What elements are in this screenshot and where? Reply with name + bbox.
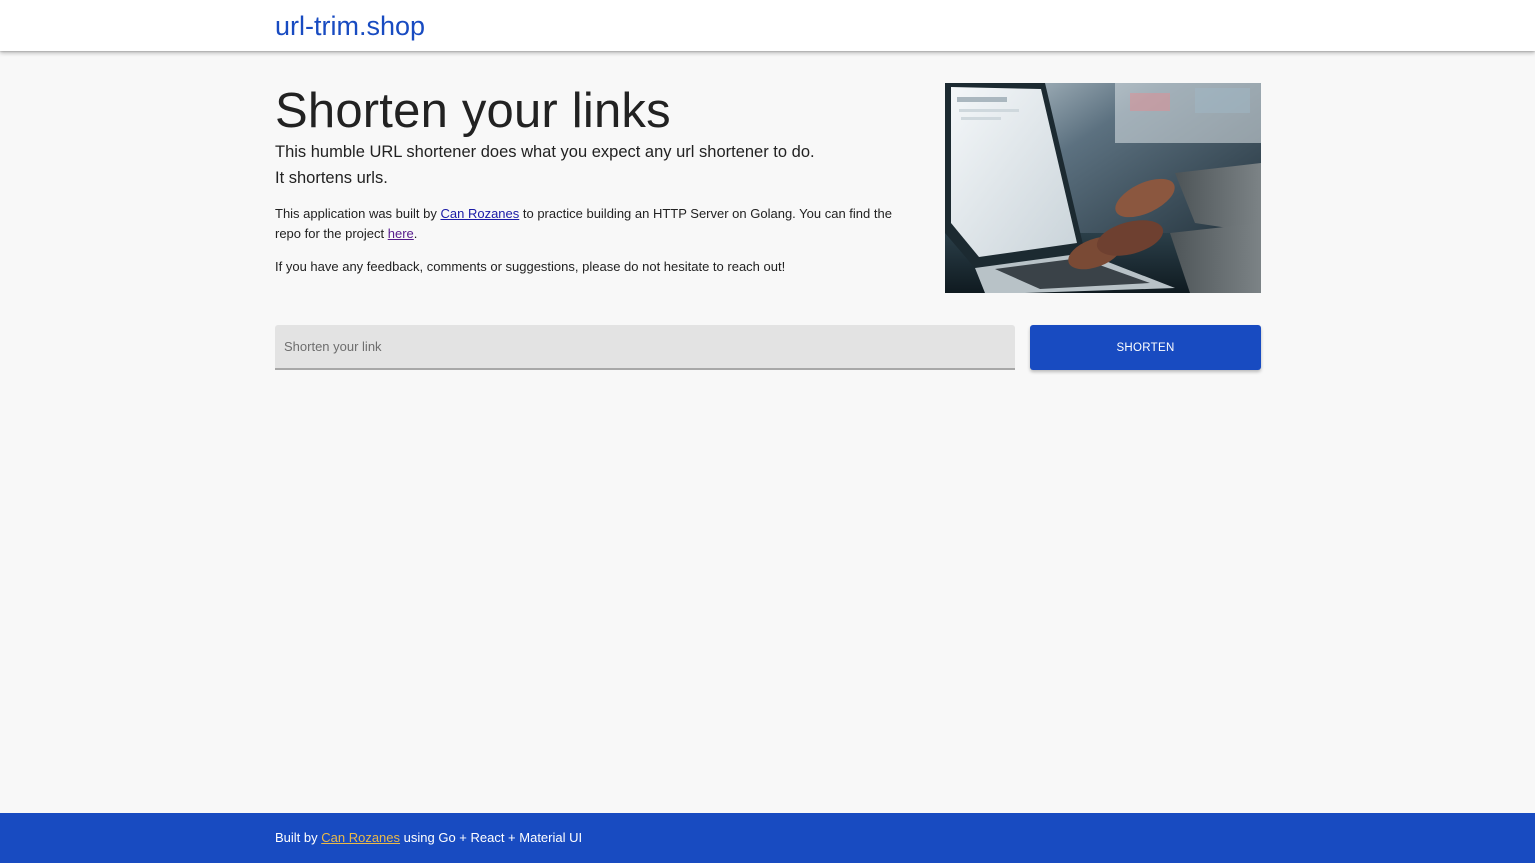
lead-line-2: It shortens urls. [275,169,388,187]
brand-link[interactable]: url-trim.shop [275,10,425,42]
shorten-form: SHORTEN [275,325,1261,371]
about-prefix: This application was built by [275,206,441,221]
laptop-typing-photo [945,83,1261,293]
author-link[interactable]: Can Rozanes [440,206,519,221]
intro-section: Shorten your links This humble URL short… [275,83,920,277]
footer-author-link[interactable]: Can Rozanes [321,830,400,845]
footer: Built by Can Rozanes using Go + React + … [0,813,1535,863]
footer-text: Built by Can Rozanes using Go + React + … [275,830,582,846]
shorten-button[interactable]: SHORTEN [1030,325,1261,370]
footer-prefix: Built by [275,830,322,845]
about-suffix: . [413,226,418,241]
feedback-paragraph: If you have any feedback, comments or su… [275,259,786,274]
about-paragraph: This application was built by Can Rozane… [275,204,920,244]
footer-suffix: using Go + React + Material UI [400,830,583,845]
lead-line-1: This humble URL shortener does what you … [275,143,815,161]
top-app-bar: url-trim.shop [0,0,1535,51]
repo-link[interactable]: here [388,226,414,241]
link-input[interactable] [275,325,1015,370]
laptop-typing-image [945,83,1261,293]
page-title: Shorten your links [275,84,671,138]
